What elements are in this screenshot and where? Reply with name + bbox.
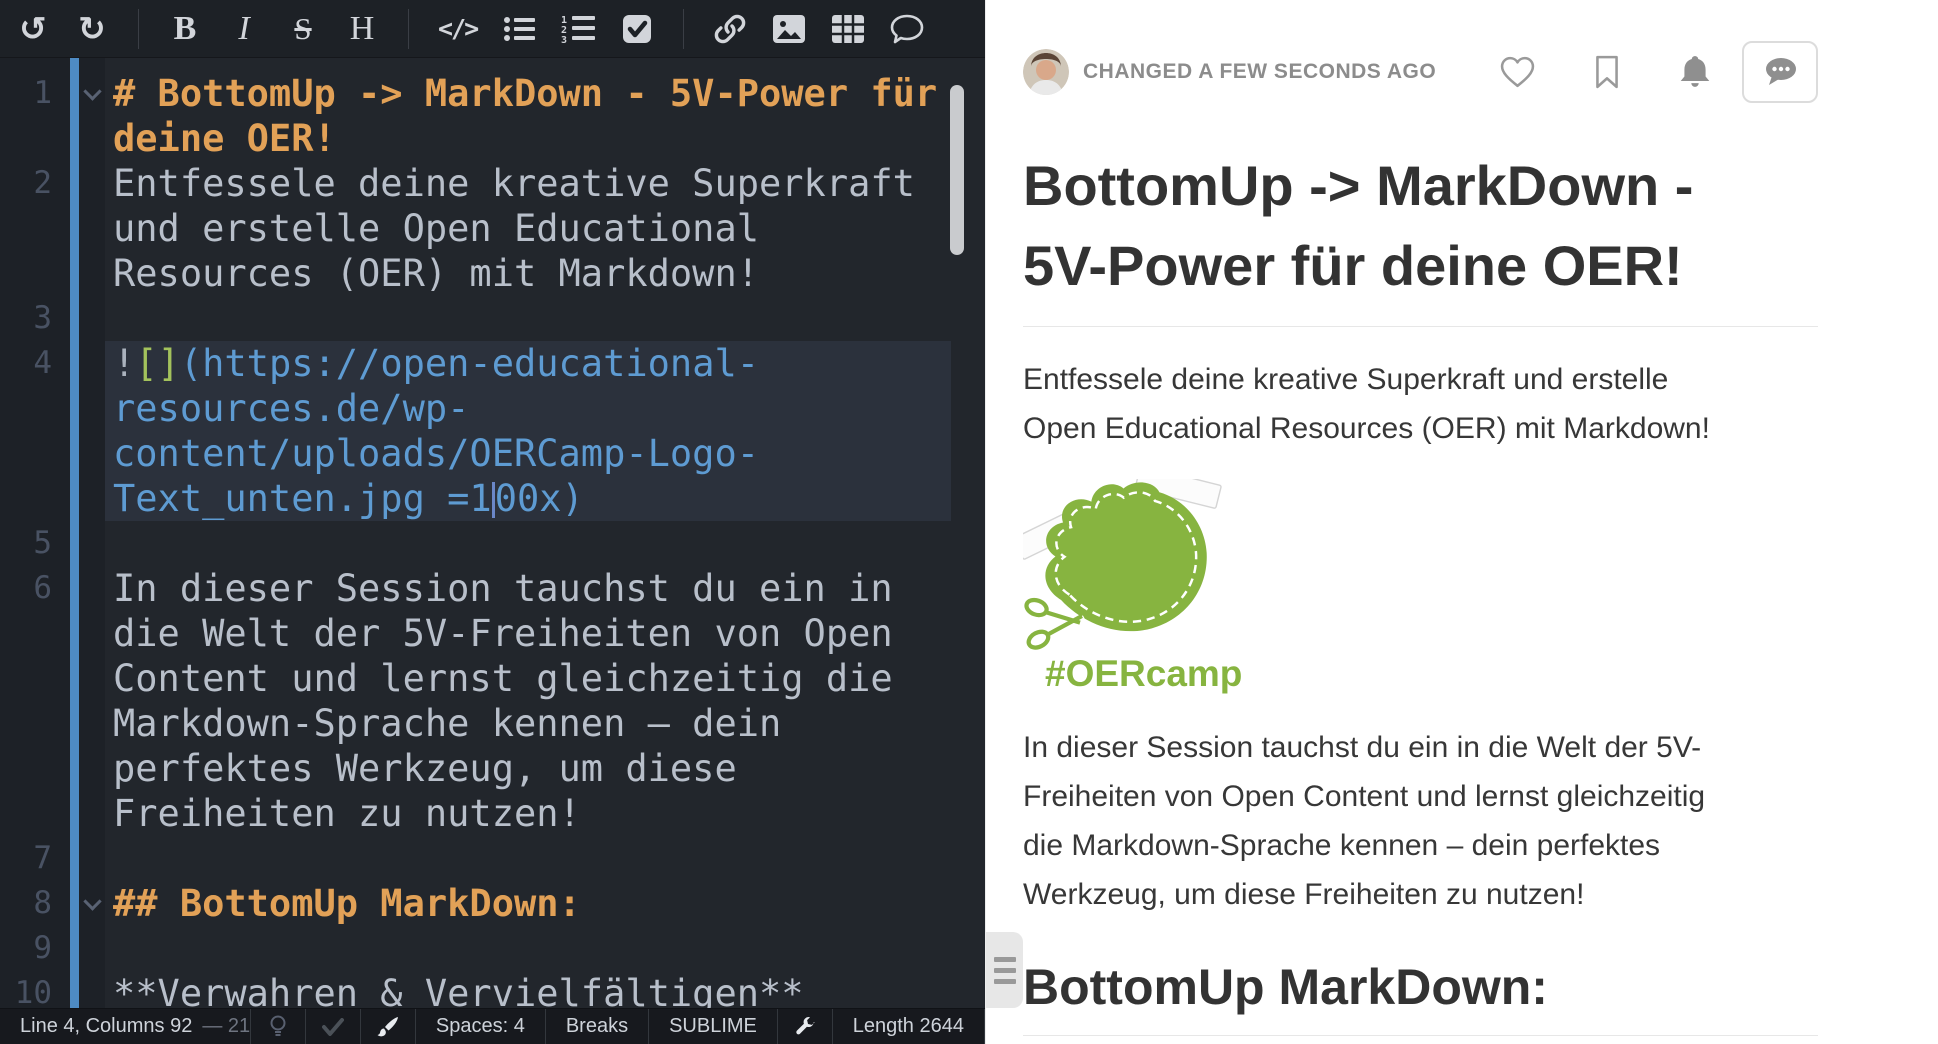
- comment-icon[interactable]: [890, 7, 924, 51]
- cursor-position: Line 4, Columns 92 — 21: [0, 1009, 251, 1044]
- editor-line[interactable]: 9: [0, 926, 985, 971]
- heading-button[interactable]: H: [345, 7, 379, 51]
- document-header: CHANGED A FEW SECONDS AGO: [1023, 40, 1818, 104]
- checklist-icon[interactable]: [620, 7, 654, 51]
- line-number: 9: [0, 926, 52, 971]
- strikethrough-button[interactable]: S: [286, 7, 320, 51]
- editor-status-bar: Line 4, Columns 92 — 21 Spaces: 4 Breaks…: [0, 1008, 985, 1044]
- editor-line[interactable]: 1# BottomUp -> MarkDown - 5V-Power für d…: [0, 71, 985, 161]
- editor-line[interactable]: 3: [0, 296, 985, 341]
- preview-paragraph-2: In dieser Session tauchst du ein in die …: [1023, 723, 1818, 919]
- code-lines: 1# BottomUp -> MarkDown - 5V-Power für d…: [0, 58, 985, 1008]
- numbered-list-icon[interactable]: 123: [561, 7, 595, 51]
- editor-line[interactable]: 5: [0, 521, 985, 566]
- doc-length-label: Length 2644: [853, 1015, 964, 1038]
- bold-button[interactable]: B: [168, 7, 202, 51]
- line-number: 2: [0, 161, 52, 206]
- toolbar-separator: [138, 9, 139, 49]
- split-drag-handle[interactable]: [986, 932, 1023, 1008]
- line-number: 7: [0, 836, 52, 881]
- markdown-preview-pane: CHANGED A FEW SECONDS AGO: [985, 0, 1938, 1044]
- editor-line[interactable]: 7: [0, 836, 985, 881]
- like-heart-icon[interactable]: [1499, 56, 1536, 89]
- line-number: 6: [0, 566, 52, 611]
- preview-heading-h1: BottomUp -> MarkDown - 5V-Power für dein…: [1023, 146, 1818, 327]
- svg-text:3: 3: [561, 35, 567, 44]
- editor-line[interactable]: 2Entfessele deine kreative Superkraft un…: [0, 161, 985, 296]
- indent-setting[interactable]: Spaces: 4: [416, 1009, 546, 1044]
- preview-heading-h2: BottomUp MarkDown:: [1023, 957, 1818, 1036]
- cursor-position-text: Line 4, Columns 92: [20, 1015, 192, 1038]
- doc-length: Length 2644: [833, 1009, 985, 1044]
- line-number: 1: [0, 71, 52, 116]
- markdown-editor-pane: ↺ ↻ B I S H </> 123: [0, 0, 985, 1044]
- editor-line[interactable]: 8## BottomUp MarkDown:: [0, 881, 985, 926]
- fold-chevron-icon[interactable]: [83, 82, 101, 100]
- theme-brush-toggle[interactable]: [361, 1009, 416, 1044]
- editor-scrollbar[interactable]: [950, 85, 964, 255]
- linebreak-setting[interactable]: Breaks: [546, 1009, 649, 1044]
- spellcheck-toggle[interactable]: [306, 1009, 361, 1044]
- logo-flame-shape: [1045, 482, 1206, 631]
- line-number: 4: [0, 341, 52, 386]
- oercamp-logo: #OERcamp: [1023, 479, 1818, 695]
- keymap-setting[interactable]: SUBLIME: [649, 1009, 778, 1044]
- toolbar-separator: [408, 9, 409, 49]
- undo-icon[interactable]: ↺: [16, 7, 50, 51]
- keymap-setting-label: SUBLIME: [669, 1015, 757, 1038]
- image-icon[interactable]: [772, 7, 806, 51]
- comments-button[interactable]: [1742, 41, 1818, 103]
- code-editor[interactable]: 1# BottomUp -> MarkDown - 5V-Power für d…: [0, 58, 985, 1008]
- editor-line[interactable]: 6In dieser Session tauchst du ein in die…: [0, 566, 985, 836]
- italic-button[interactable]: I: [227, 7, 261, 51]
- code-icon[interactable]: </>: [438, 7, 477, 51]
- bullet-list-icon[interactable]: [502, 7, 536, 51]
- line-number: 3: [0, 296, 52, 341]
- editor-toolbar: ↺ ↻ B I S H </> 123: [0, 0, 985, 58]
- fold-chevron-icon[interactable]: [83, 892, 101, 910]
- line-number: 8: [0, 881, 52, 926]
- night-mode-toggle[interactable]: [251, 1009, 306, 1044]
- bookmark-icon[interactable]: [1594, 55, 1620, 89]
- cursor-position-extra: — 21: [202, 1015, 250, 1038]
- preview-paragraph-1: Entfessele deine kreative Superkraft und…: [1023, 355, 1818, 453]
- redo-icon[interactable]: ↻: [75, 7, 109, 51]
- table-icon[interactable]: [831, 7, 865, 51]
- editor-line[interactable]: 4![](https://open-educational-resources.…: [0, 341, 985, 521]
- toolbar-separator: [683, 9, 684, 49]
- linebreak-setting-label: Breaks: [566, 1015, 628, 1038]
- editor-line[interactable]: 10**Verwahren & Vervielfältigen**: [0, 971, 985, 1008]
- avatar[interactable]: [1023, 49, 1069, 95]
- link-icon[interactable]: [713, 7, 747, 51]
- notification-bell-icon[interactable]: [1678, 54, 1712, 90]
- last-changed-label: CHANGED A FEW SECONDS AGO: [1083, 60, 1436, 84]
- line-number: 5: [0, 521, 52, 566]
- oercamp-logo-caption: #OERcamp: [1045, 653, 1818, 695]
- line-number: 10: [0, 971, 52, 1008]
- preferences-wrench-icon[interactable]: [778, 1009, 833, 1044]
- indent-setting-label: Spaces: 4: [436, 1015, 525, 1038]
